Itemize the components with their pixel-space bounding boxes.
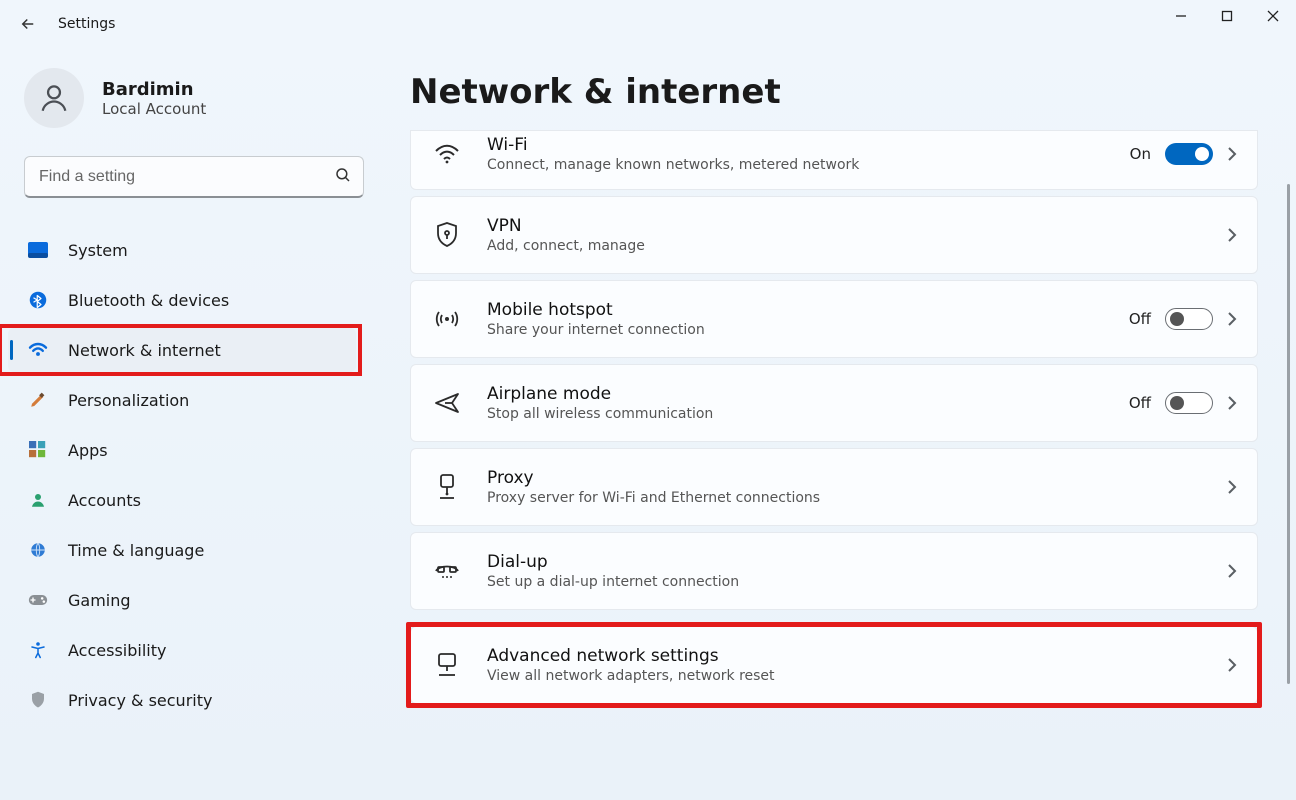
scrollbar[interactable] — [1287, 184, 1290, 684]
panel-subtitle: Stop all wireless communication — [487, 406, 1103, 422]
sidebar: Bardimin Local Account System Bluetooth … — [0, 48, 380, 800]
chevron-right-icon — [1227, 227, 1237, 243]
airplane-icon — [433, 391, 461, 415]
hotspot-state-label: Off — [1129, 310, 1151, 328]
wifi-icon — [433, 144, 461, 164]
sidebar-item-label: Accounts — [68, 491, 141, 510]
chevron-right-icon — [1227, 479, 1237, 495]
title-bar: Settings — [0, 0, 1296, 48]
panel-title: Mobile hotspot — [487, 300, 1103, 320]
panel-title: Dial-up — [487, 552, 1201, 572]
user-name: Bardimin — [102, 79, 206, 100]
wifi-icon — [28, 340, 48, 360]
sidebar-item-gaming[interactable]: Gaming — [8, 578, 356, 622]
vpn-icon — [433, 222, 461, 248]
globe-icon — [28, 540, 48, 560]
chevron-right-icon — [1227, 563, 1237, 579]
page-title: Network & internet — [410, 72, 1276, 112]
proxy-icon — [433, 474, 461, 500]
panel-title: VPN — [487, 216, 1201, 236]
panel-wifi[interactable]: Wi-Fi Connect, manage known networks, me… — [410, 130, 1258, 190]
panel-list: Wi-Fi Connect, manage known networks, me… — [410, 130, 1258, 704]
window-controls — [1158, 0, 1296, 32]
shield-icon — [28, 690, 48, 710]
sidebar-item-label: Time & language — [68, 541, 204, 560]
panel-subtitle: Connect, manage known networks, metered … — [487, 157, 1104, 173]
sidebar-item-time-language[interactable]: Time & language — [8, 528, 356, 572]
sidebar-item-system[interactable]: System — [8, 228, 356, 272]
sidebar-item-network[interactable]: Network & internet — [8, 328, 356, 372]
panel-subtitle: Set up a dial-up internet connection — [487, 574, 1201, 590]
back-button[interactable] — [8, 4, 48, 44]
airplane-state-label: Off — [1129, 394, 1151, 412]
gaming-icon — [28, 590, 48, 610]
panel-vpn[interactable]: VPN Add, connect, manage — [410, 196, 1258, 274]
search-icon — [334, 166, 352, 188]
sidebar-item-label: Network & internet — [68, 341, 221, 360]
account-icon — [28, 490, 48, 510]
nav-list: System Bluetooth & devices Network & int… — [8, 228, 356, 722]
network-settings-icon — [433, 653, 461, 677]
user-block[interactable]: Bardimin Local Account — [24, 68, 380, 128]
chevron-right-icon — [1227, 657, 1237, 673]
panel-subtitle: Add, connect, manage — [487, 238, 1201, 254]
main-content: Network & internet Wi-Fi Connect, manage… — [380, 48, 1296, 800]
close-button[interactable] — [1250, 0, 1296, 32]
maximize-button[interactable] — [1204, 0, 1250, 32]
accessibility-icon — [28, 640, 48, 660]
bluetooth-icon — [28, 290, 48, 310]
hotspot-toggle[interactable] — [1165, 308, 1213, 330]
sidebar-item-personalization[interactable]: Personalization — [8, 378, 356, 422]
sidebar-item-label: Accessibility — [68, 641, 166, 660]
panel-subtitle: Share your internet connection — [487, 322, 1103, 338]
panel-dialup[interactable]: Dial-up Set up a dial-up internet connec… — [410, 532, 1258, 610]
wifi-toggle[interactable] — [1165, 143, 1213, 165]
search-input[interactable] — [24, 156, 364, 198]
apps-icon — [28, 440, 48, 460]
panel-subtitle: Proxy server for Wi-Fi and Ethernet conn… — [487, 490, 1201, 506]
panel-hotspot[interactable]: Mobile hotspot Share your internet conne… — [410, 280, 1258, 358]
panel-subtitle: View all network adapters, network reset — [487, 668, 1201, 684]
airplane-toggle[interactable] — [1165, 392, 1213, 414]
panel-title: Advanced network settings — [487, 646, 1201, 666]
hotspot-icon — [433, 308, 461, 330]
panel-proxy[interactable]: Proxy Proxy server for Wi-Fi and Etherne… — [410, 448, 1258, 526]
sidebar-item-label: Personalization — [68, 391, 189, 410]
user-subtitle: Local Account — [102, 100, 206, 118]
panel-airplane[interactable]: Airplane mode Stop all wireless communic… — [410, 364, 1258, 442]
sidebar-item-label: Privacy & security — [68, 691, 212, 710]
minimize-button[interactable] — [1158, 0, 1204, 32]
sidebar-item-label: Gaming — [68, 591, 131, 610]
sidebar-item-privacy[interactable]: Privacy & security — [8, 678, 356, 722]
chevron-right-icon — [1227, 395, 1237, 411]
dialup-icon — [433, 561, 461, 581]
app-title: Settings — [58, 16, 115, 32]
sidebar-item-label: Apps — [68, 441, 108, 460]
sidebar-item-bluetooth[interactable]: Bluetooth & devices — [8, 278, 356, 322]
system-icon — [28, 240, 48, 260]
panel-title: Wi-Fi — [487, 135, 1104, 155]
panel-title: Proxy — [487, 468, 1201, 488]
wifi-state-label: On — [1130, 145, 1151, 163]
sidebar-item-accessibility[interactable]: Accessibility — [8, 628, 356, 672]
panel-title: Airplane mode — [487, 384, 1103, 404]
avatar — [24, 68, 84, 128]
brush-icon — [28, 390, 48, 410]
chevron-right-icon — [1227, 146, 1237, 162]
search-wrap — [24, 156, 364, 198]
panel-advanced-network[interactable]: Advanced network settings View all netwo… — [410, 626, 1258, 704]
sidebar-item-accounts[interactable]: Accounts — [8, 478, 356, 522]
sidebar-item-label: System — [68, 241, 128, 260]
chevron-right-icon — [1227, 311, 1237, 327]
sidebar-item-apps[interactable]: Apps — [8, 428, 356, 472]
sidebar-item-label: Bluetooth & devices — [68, 291, 229, 310]
